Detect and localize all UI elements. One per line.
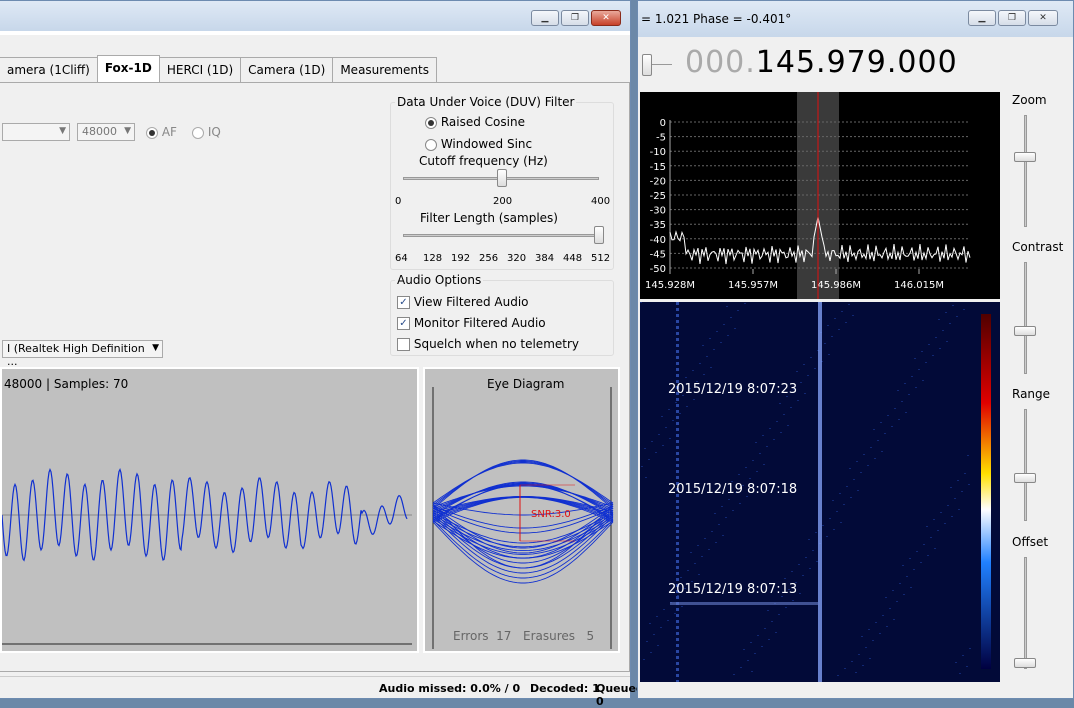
minimize-button[interactable]: ▁ <box>531 10 559 26</box>
squelch-checkbox[interactable]: Squelch when no telemetry <box>397 337 579 351</box>
slider-tick-label: 128 <box>423 253 443 264</box>
spectrum-y-tick: -5 <box>656 133 666 144</box>
duv-filter-group: Data Under Voice (DUV) Filter Raised Cos… <box>390 95 614 270</box>
spectrum-y-tick: -20 <box>650 176 666 187</box>
tab-item[interactable]: Measurements <box>332 57 437 82</box>
tab-strip: amera (1Cliff) Fox-1D HERCI (1D) Camera (1D… <box>0 55 437 82</box>
close-button[interactable]: ✕ <box>1028 10 1058 26</box>
spectrum-y-tick: -15 <box>650 162 666 173</box>
tab-item[interactable]: Camera (1D) <box>240 57 334 82</box>
sample-rate-combo[interactable]: 48000 ▼ <box>77 123 135 141</box>
slider-tick-label: 384 <box>535 253 555 264</box>
maximize-button[interactable]: ❐ <box>561 10 589 26</box>
vertical-slider-thumb[interactable] <box>1014 473 1036 483</box>
spectrum-y-tick: -30 <box>650 206 666 217</box>
filter-length-label: Filter Length (samples) <box>420 211 558 225</box>
right-window: = 1.021 Phase = -0.401° ▁ ❐ ✕ 000.145.97… <box>637 0 1074 699</box>
filter-length-slider[interactable] <box>403 234 599 237</box>
filter-length-slider-thumb[interactable] <box>594 226 604 244</box>
windowed-sinc-radio[interactable]: Windowed Sinc <box>425 137 532 151</box>
tab-item[interactable]: HERCI (1D) <box>158 57 242 82</box>
spectrum-y-tick: -25 <box>650 191 666 202</box>
source-combo[interactable]: ▼ <box>2 123 70 141</box>
maximize-button[interactable]: ❐ <box>998 10 1026 26</box>
spectrum-y-tick: -45 <box>650 249 666 260</box>
monitor-filtered-checkbox[interactable]: ✓ Monitor Filtered Audio <box>397 316 546 330</box>
left-window: ▁ ❐ ✕ amera (1Cliff) Fox-1D HERCI (1D) Came… <box>0 0 648 708</box>
vertical-slider-track[interactable] <box>1024 557 1027 669</box>
spectrum-x-tick: 145.986M <box>811 280 861 291</box>
vertical-slider-track[interactable] <box>1024 115 1027 227</box>
view-filtered-checkbox[interactable]: ✓ View Filtered Audio <box>397 295 529 309</box>
spectrum-y-tick: -40 <box>650 235 666 246</box>
spectrum-x-tick: 146.015M <box>894 280 944 291</box>
spectrum-x-tick: 145.957M <box>728 280 778 291</box>
iq-radio[interactable]: IQ <box>192 125 221 139</box>
spectrum-y-tick: 0 <box>660 118 666 129</box>
vertical-slider-thumb[interactable] <box>1014 658 1036 668</box>
waterfall-display[interactable]: 2015/12/19 8:07:23 2015/12/19 8:07:18 20… <box>640 302 1000 683</box>
waterfall-timestamp: 2015/12/19 8:07:18 <box>668 482 797 497</box>
slider-tick-label: 192 <box>451 253 471 264</box>
slider-label: Zoom <box>1012 93 1047 107</box>
slider-tick-label: 400 <box>591 196 611 207</box>
status-bar: Audio missed: 0.0% / 0 Decoded: 1 Queued… <box>0 676 648 708</box>
tab-item[interactable]: Fox-1D <box>96 55 160 82</box>
audio-scope: 48000 | Samples: 70 <box>0 367 419 653</box>
spectrum-plot[interactable]: 0 -5 -10 -15 -20 -25 -30 -35 -40 -45 -50 145.928M 14… <box>640 92 1000 299</box>
audio-options-title: Audio Options <box>395 273 484 287</box>
eye-diagram: Eye Diagram SNR:3.0 Errors 17 Erasures 5 <box>423 367 620 653</box>
right-window-title: = 1.021 Phase = -0.401° <box>641 12 792 26</box>
spectrum-x-tick: 145.928M <box>645 280 695 291</box>
waterfall-timestamp: 2015/12/19 8:07:13 <box>668 582 797 597</box>
output-device-combo[interactable]: I (Realtek High Definition ... ▼ <box>2 340 163 368</box>
slider-tick-label: 512 <box>591 253 611 264</box>
vertical-slider-track[interactable] <box>1024 409 1027 521</box>
right-titlebar: = 1.021 Phase = -0.401° ▁ ❐ ✕ <box>638 1 1073 37</box>
vertical-slider-thumb[interactable] <box>1014 326 1036 336</box>
af-radio[interactable]: AF <box>146 125 177 139</box>
frequency-display[interactable]: 000.145.979.000 <box>685 45 958 80</box>
errors-readout: Errors 17 <box>453 629 512 643</box>
slider-label: Contrast <box>1012 240 1064 254</box>
minimize-button[interactable]: ▁ <box>968 10 996 26</box>
raised-cosine-radio[interactable]: Raised Cosine <box>425 115 525 129</box>
cutoff-label: Cutoff frequency (Hz) <box>419 154 548 168</box>
waterfall-timestamp: 2015/12/19 8:07:23 <box>668 382 797 397</box>
eye-diagram-plot: SNR:3.0 <box>432 387 614 649</box>
slider-tick-label: 64 <box>395 253 408 264</box>
waterfall-image: 2015/12/19 8:07:23 2015/12/19 8:07:18 20… <box>640 302 991 683</box>
spectrum-y-tick: -50 <box>650 264 666 275</box>
left-titlebar: ▁ ❐ ✕ <box>0 1 630 31</box>
tab-content-panel: ▼ 48000 ▼ AF IQ Data Under Voice (DUV) Fi… <box>0 82 630 672</box>
vertical-slider-track[interactable] <box>1024 262 1027 374</box>
slider-tick-label: 256 <box>479 253 499 264</box>
slider-tick-label: 0 <box>395 196 402 207</box>
slider-tick-label: 200 <box>493 196 513 207</box>
spectrum-y-tick: -35 <box>650 220 666 231</box>
spectrum-y-tick: -10 <box>650 147 666 158</box>
slider-tick-label: 448 <box>563 253 583 264</box>
slider-tick-label: 320 <box>507 253 527 264</box>
snr-label: SNR:3.0 <box>531 509 571 520</box>
decoded-status: Decoded: 1 <box>530 682 600 695</box>
audio-waveform <box>2 468 412 645</box>
slider-label: Range <box>1012 387 1051 401</box>
close-button[interactable]: ✕ <box>591 10 621 26</box>
vertical-slider-thumb[interactable] <box>1014 152 1036 162</box>
cutoff-slider-thumb[interactable] <box>497 169 507 187</box>
frequency-tuner-handle[interactable] <box>642 54 652 76</box>
spectrum-chart: 0 -5 -10 -15 -20 -25 -30 -35 -40 -45 -50 145.928M 14… <box>645 92 971 299</box>
tab-item[interactable]: amera (1Cliff) <box>0 57 98 82</box>
slider-label: Offset <box>1012 535 1049 549</box>
audio-missed-status: Audio missed: 0.0% / 0 <box>379 682 521 695</box>
duv-filter-title: Data Under Voice (DUV) Filter <box>395 95 577 109</box>
audio-options-group: Audio Options ✓ View Filtered Audio ✓ Mo… <box>390 273 614 356</box>
erasures-readout: Erasures 5 <box>523 629 595 643</box>
